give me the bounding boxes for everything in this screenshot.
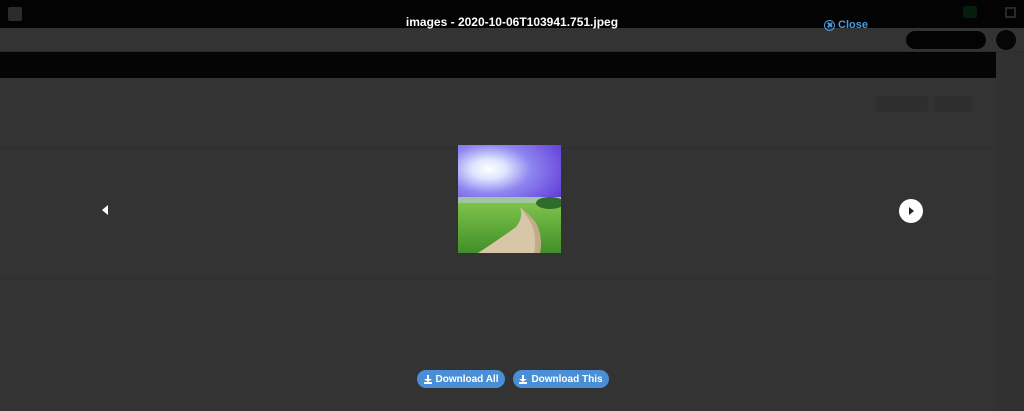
close-label: Close <box>838 19 868 31</box>
landscape-photo <box>458 145 561 253</box>
close-circle-icon <box>824 19 835 31</box>
preview-image <box>458 145 561 253</box>
download-all-button[interactable]: Download All <box>417 370 505 388</box>
download-icon <box>519 374 528 384</box>
lightbox-title: images - 2020-10-06T103941.751.jpeg <box>405 15 619 29</box>
download-all-label: Download All <box>435 373 499 385</box>
next-image-button[interactable] <box>899 199 923 223</box>
download-this-button[interactable]: Download This <box>513 370 609 388</box>
download-this-label: Download This <box>531 373 603 385</box>
close-button[interactable]: Close <box>824 19 868 31</box>
previous-image-button[interactable] <box>99 203 111 217</box>
download-icon <box>423 374 432 384</box>
